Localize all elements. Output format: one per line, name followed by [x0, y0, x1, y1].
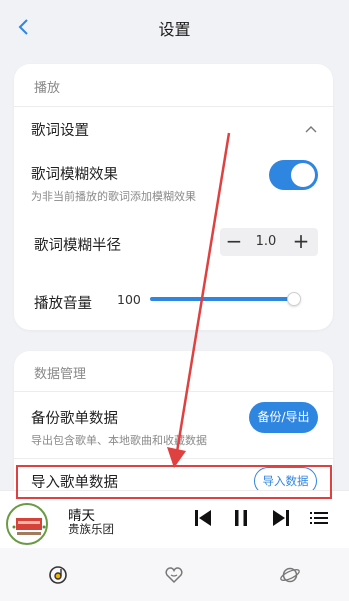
section-title-data-management: 数据管理 [34, 367, 87, 382]
song-artist: 贵族乐团 [68, 522, 114, 536]
backup-export-button[interactable]: 备份/导出 [249, 402, 318, 433]
album-art-icon [12, 518, 46, 535]
divider [14, 458, 333, 459]
divider [14, 106, 333, 107]
volume-slider-track[interactable] [150, 297, 296, 301]
volume-label: 播放音量 [34, 296, 92, 312]
backup-playlist-description: 导出包含歌单、本地歌曲和收藏数据 [31, 434, 207, 447]
lyrics-blur-description: 为非当前播放的歌词添加模糊效果 [31, 190, 196, 203]
next-icon[interactable] [270, 507, 292, 529]
backup-playlist-label: 备份歌单数据 [31, 411, 118, 427]
previous-icon[interactable] [192, 507, 214, 529]
mini-player[interactable]: 晴天 贵族乐团 [0, 490, 349, 548]
divider [14, 391, 333, 392]
lyrics-settings-label[interactable]: 歌词设置 [31, 119, 89, 140]
pause-icon[interactable] [230, 507, 252, 529]
volume-value: 100 [117, 292, 141, 307]
lyrics-blur-toggle[interactable] [269, 160, 318, 190]
bottom-tab-bar [0, 548, 349, 601]
playlist-menu-icon[interactable] [308, 507, 330, 529]
blur-radius-label: 歌词模糊半径 [34, 238, 121, 254]
import-playlist-label: 导入歌单数据 [31, 475, 118, 491]
increment-button[interactable]: + [290, 231, 312, 253]
blur-radius-value: 1.0 [248, 228, 284, 256]
chevron-up-icon[interactable] [304, 124, 318, 134]
section-title-playback: 播放 [34, 81, 61, 96]
decrement-button[interactable]: − [223, 231, 245, 253]
data-management-card: 数据管理 备份歌单数据 导出包含歌单、本地歌曲和收藏数据 备份/导出 导入歌单数… [14, 351, 333, 511]
planet-icon[interactable] [279, 564, 301, 586]
top-bar: 设置 [0, 0, 349, 54]
toggle-knob [291, 163, 315, 187]
lyrics-blur-label: 歌词模糊效果 [31, 167, 118, 183]
music-disc-icon[interactable] [47, 564, 69, 586]
heart-icon[interactable] [163, 564, 185, 586]
album-cover[interactable] [6, 503, 48, 545]
volume-slider-thumb[interactable] [287, 292, 301, 306]
playback-card: 播放 歌词设置 歌词模糊效果 为非当前播放的歌词添加模糊效果 歌词模糊半径 − … [14, 64, 333, 330]
page-title: 设置 [158, 20, 191, 39]
